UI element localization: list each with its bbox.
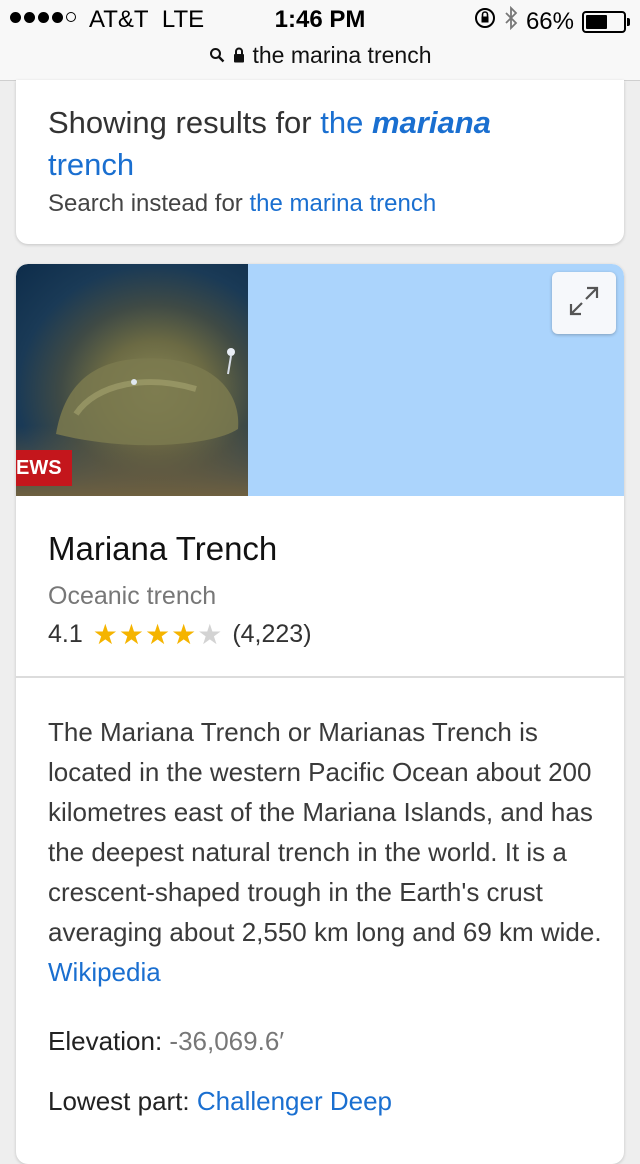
battery-percent: 66% bbox=[525, 7, 574, 35]
battery-icon bbox=[582, 10, 630, 33]
entity-title: Mariana Trench bbox=[48, 530, 278, 567]
divider bbox=[16, 676, 624, 678]
entity-type: Oceanic trench bbox=[48, 582, 217, 610]
browser-top-bar: AT&T LTE 1:46 PM 66% the marina trench bbox=[0, 0, 640, 81]
challenger-deep-link[interactable]: Challenger Deep bbox=[197, 1086, 392, 1116]
url-query-text: the marina trench bbox=[252, 41, 432, 68]
entity-description: The Mariana Trench or Marianas Trench is… bbox=[48, 717, 602, 987]
fact-lowest-part: Lowest part: Challenger Deep bbox=[48, 1086, 393, 1116]
expand-icon bbox=[567, 284, 601, 323]
status-bar: AT&T LTE 1:46 PM 66% bbox=[0, 0, 640, 40]
wikipedia-link[interactable]: Wikipedia bbox=[48, 957, 161, 987]
hero-media: EWS bbox=[16, 264, 624, 496]
review-count: (4,223) bbox=[232, 620, 312, 648]
trench-photo[interactable]: EWS bbox=[16, 264, 248, 496]
star-icon: ★ bbox=[144, 618, 171, 650]
elevation-value: -36,069.6′ bbox=[169, 1026, 285, 1056]
showing-results-line: Showing results for the mariana trench bbox=[48, 105, 491, 182]
bluetooth-icon bbox=[504, 5, 518, 37]
address-bar[interactable]: the marina trench bbox=[0, 40, 640, 70]
fact-elevation: Elevation: -36,069.6′ bbox=[48, 1026, 285, 1056]
search-icon bbox=[209, 42, 225, 69]
star-icon: ★ bbox=[92, 618, 118, 650]
news-badge: EWS bbox=[16, 450, 72, 486]
star-icon: ★ bbox=[171, 618, 197, 650]
rating-value: 4.1 bbox=[48, 620, 83, 648]
rating-row[interactable]: 4.1 ★ ★ ★ ★ ★ (4,223) bbox=[48, 620, 312, 649]
original-query-link[interactable]: the marina trench bbox=[249, 190, 436, 217]
star-icon: ★ bbox=[197, 618, 223, 650]
lock-icon bbox=[233, 42, 245, 69]
expand-button[interactable] bbox=[552, 272, 616, 334]
rotation-lock-icon bbox=[474, 7, 496, 36]
star-rating: ★ ★ ★ ★ ★ bbox=[92, 618, 223, 650]
star-icon: ★ bbox=[118, 618, 144, 650]
status-indicators: 66% bbox=[474, 5, 630, 37]
knowledge-panel: EWS Mariana Trench Oceanic trench 4.1 ★ … bbox=[16, 264, 624, 1164]
spelling-correction-card: Showing results for the mariana trench Se… bbox=[16, 80, 624, 244]
search-instead-line: Search instead for the marina trench bbox=[48, 190, 437, 217]
